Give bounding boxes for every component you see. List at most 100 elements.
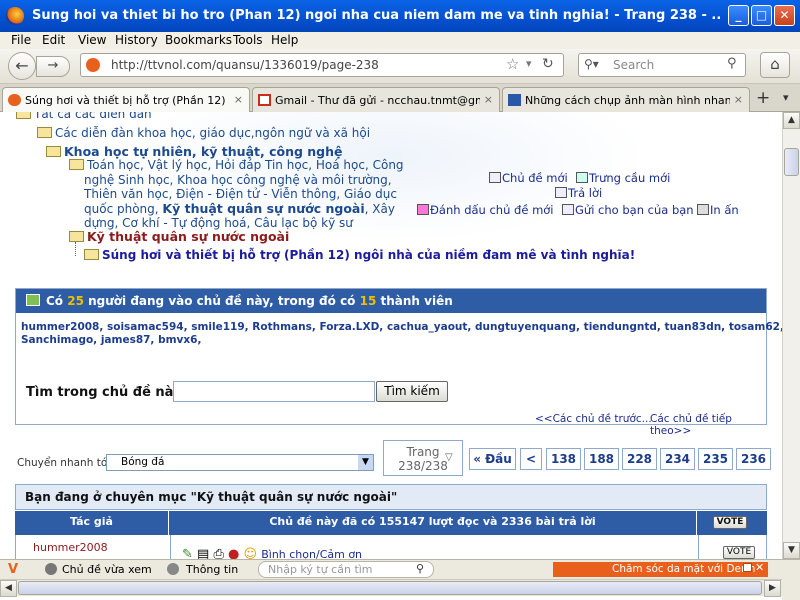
advertisement-banner[interactable]: Chăm sóc da mặt với Derm	[553, 562, 768, 577]
search-topic-input[interactable]	[173, 381, 375, 402]
pager-prev[interactable]: <	[520, 448, 542, 470]
scroll-left-button[interactable]: ◀	[0, 580, 17, 597]
print-post-icon[interactable]: ⎙	[213, 547, 223, 559]
pager-page[interactable]: 188	[584, 448, 619, 470]
info-button[interactable]: Thông tin	[186, 563, 238, 576]
user-list-line[interactable]: hummer2008, soisamac594, smile119, Rothm…	[21, 321, 782, 334]
minimize-ad-icon[interactable]	[743, 563, 752, 572]
menu-history[interactable]: History	[115, 33, 158, 47]
scroll-up-button[interactable]: ▲	[783, 112, 800, 129]
subforum-current-link[interactable]: Kỹ thuật quân sự nước ngoài	[162, 201, 364, 216]
statusbar-search-input[interactable]: Nhập ký tự cần tìm	[268, 563, 373, 576]
pager-page[interactable]: 235	[698, 448, 733, 470]
pager-page[interactable]: 138	[546, 448, 581, 470]
new-topic-link[interactable]: Chủ đề mới	[489, 171, 568, 185]
forward-button[interactable]: →	[36, 56, 70, 77]
firefox-logo-icon[interactable]	[6, 7, 24, 25]
search-icon[interactable]: ⚲	[416, 562, 424, 575]
breadcrumb-all-forums[interactable]: Tất cả các diễn đàn	[16, 112, 152, 121]
subforum-list-line[interactable]: , Xây	[365, 202, 395, 216]
dropdown-arrow-icon[interactable]: ▾	[526, 57, 532, 70]
close-ad-icon[interactable]: ✕	[755, 561, 764, 574]
folder-icon	[37, 127, 52, 138]
tab-gmail[interactable]: Gmail - Thư đã gửi - ncchau.tnmt@gmail..…	[252, 87, 500, 112]
close-window-button[interactable]: ✕	[774, 5, 795, 26]
close-tab-icon[interactable]: ×	[234, 93, 243, 106]
menu-view[interactable]: View	[78, 33, 106, 47]
scroll-down-button[interactable]: ▼	[783, 542, 800, 559]
author-column-header: Tác giả	[15, 511, 169, 535]
recent-topics-button[interactable]: Chủ đề vừa xem	[62, 563, 152, 576]
edit-icon[interactable]: ✎	[182, 547, 193, 559]
horizontal-scroll-thumb[interactable]	[18, 581, 762, 595]
breadcrumb-military-tech[interactable]: Kỹ thuật quân sự nước ngoài	[69, 229, 289, 244]
search-topic-button[interactable]: Tìm kiếm	[376, 381, 448, 402]
search-icon[interactable]: ⚲	[727, 56, 737, 71]
chevron-down-icon[interactable]: ▼	[358, 455, 373, 470]
menu-bookmarks[interactable]: Bookmarks	[165, 33, 232, 47]
home-button[interactable]: ⌂	[760, 52, 790, 78]
reload-icon[interactable]: ↻	[542, 56, 554, 72]
user-list-line[interactable]: Sanchimago, james87, bmvx6,	[21, 334, 761, 347]
new-tab-button[interactable]: +	[756, 88, 770, 108]
navigation-toolbar: ← → http://ttvnol.com/quansu/1336019/pag…	[0, 49, 800, 84]
site-v-icon	[508, 94, 521, 106]
breadcrumb-natural-science[interactable]: Khoa học tự nhiên, kỹ thuật, công nghệ	[46, 144, 343, 159]
new-poll-link[interactable]: Trưng cầu mới	[576, 171, 670, 185]
bookmark-star-icon[interactable]: ☆	[506, 55, 519, 73]
reply-link[interactable]: Trả lời	[555, 186, 602, 200]
scroll-right-button[interactable]: ▶	[764, 580, 781, 597]
bookmark-topic-link[interactable]: Đánh dấu chủ đề mới	[417, 203, 554, 217]
url-bar[interactable]: http://ttvnol.com/quansu/1336019/page-23…	[80, 53, 564, 77]
minimize-button[interactable]: _	[728, 5, 749, 26]
tab-list-button[interactable]: ▾	[783, 91, 789, 104]
search-box[interactable]: ⚲▾ Search ⚲	[578, 53, 746, 77]
tab-screenshot-article[interactable]: Những cách chụp ảnh màn hình nhanh v... …	[502, 87, 750, 112]
quote-icon[interactable]: ▤	[197, 547, 209, 559]
print-link[interactable]: In ấn	[697, 203, 739, 217]
next-topics-link[interactable]: Các chủ đề tiếp theo>>	[650, 413, 766, 437]
subforum-list-line[interactable]: Toán học, Vật lý học, Hỏi đáp Tin học, H…	[87, 158, 404, 172]
subforum-list-line[interactable]: nghệ Sinh học, Khoa học công nghệ và môi…	[69, 173, 392, 187]
subforum-list-line[interactable]: quốc phòng,	[69, 202, 162, 216]
close-tab-icon[interactable]: ×	[734, 93, 743, 106]
breadcrumb-science-forums[interactable]: Các diễn đàn khoa học, giáo dục,ngôn ngữ…	[37, 126, 370, 140]
pager-page[interactable]: 234	[660, 448, 695, 470]
vote-thanks-link[interactable]: Bình chọn/Cảm ơn	[261, 548, 362, 559]
subforum-list-line[interactable]: Thiên văn học, Điện - Điện tử - Viễn thô…	[69, 187, 397, 201]
menu-tools[interactable]: Tools	[233, 33, 263, 47]
pager-page[interactable]: 228	[622, 448, 657, 470]
online-user-list[interactable]: hummer2008, soisamac594, smile119, Rothm…	[21, 321, 782, 347]
tab-forum[interactable]: Súng hơi và thiết bị hỗ trợ (Phần 12) ng…	[2, 87, 250, 113]
horizontal-scrollbar[interactable]: ◀ ▶	[0, 579, 782, 597]
vertical-scrollbar[interactable]: ▲ ▼	[782, 112, 800, 559]
subforum-list-line[interactable]: dựng, Cơ khí - Tự động hoá, Câu lạc bộ k…	[69, 216, 353, 230]
scroll-thumb[interactable]	[784, 148, 799, 176]
pager-current[interactable]: Trang 238/238 ▽	[383, 440, 463, 476]
send-to-friend-link[interactable]: Gửi cho bạn của bạn	[562, 203, 694, 217]
menu-file[interactable]: File	[11, 33, 31, 47]
chevron-down-icon: ▽	[445, 452, 453, 463]
pager-first[interactable]: « Đầu	[469, 448, 516, 470]
quickjump-select[interactable]: Bóng đá ▼	[106, 454, 374, 471]
menu-edit[interactable]: Edit	[42, 33, 65, 47]
v-logo-icon[interactable]: V	[8, 562, 18, 577]
search-engine-icon[interactable]: ⚲▾	[584, 57, 599, 71]
back-button[interactable]: ←	[8, 52, 36, 80]
menu-help[interactable]: Help	[271, 33, 298, 47]
close-tab-icon[interactable]: ×	[484, 93, 493, 106]
maximize-button[interactable]: □	[751, 5, 772, 26]
resize-grip[interactable]	[782, 579, 800, 600]
vote-topic-button[interactable]: VOTE	[713, 516, 747, 529]
post-row: hummer2008 ✎ ▤ ⎙ ● ☺ Bình chọn/Cảm ơn VO…	[15, 535, 767, 559]
advertisement-text[interactable]: Chăm sóc da mặt với Derm	[612, 563, 755, 575]
report-icon[interactable]: ●	[228, 547, 239, 559]
prev-topics-link[interactable]: <<Các chủ đề trước...	[535, 413, 652, 425]
url-text[interactable]: http://ttvnol.com/quansu/1336019/page-23…	[111, 58, 379, 72]
statusbar-search-box[interactable]: Nhập ký tự cần tìm ⚲	[258, 561, 434, 578]
breadcrumb-current-topic[interactable]: Súng hơi và thiết bị hỗ trợ (Phần 12) ng…	[84, 248, 635, 262]
vote-post-button[interactable]: VOTE	[723, 546, 755, 559]
post-author-link[interactable]: hummer2008	[33, 541, 108, 554]
search-input[interactable]: Search	[613, 58, 654, 72]
pager-page[interactable]: 236	[736, 448, 771, 470]
